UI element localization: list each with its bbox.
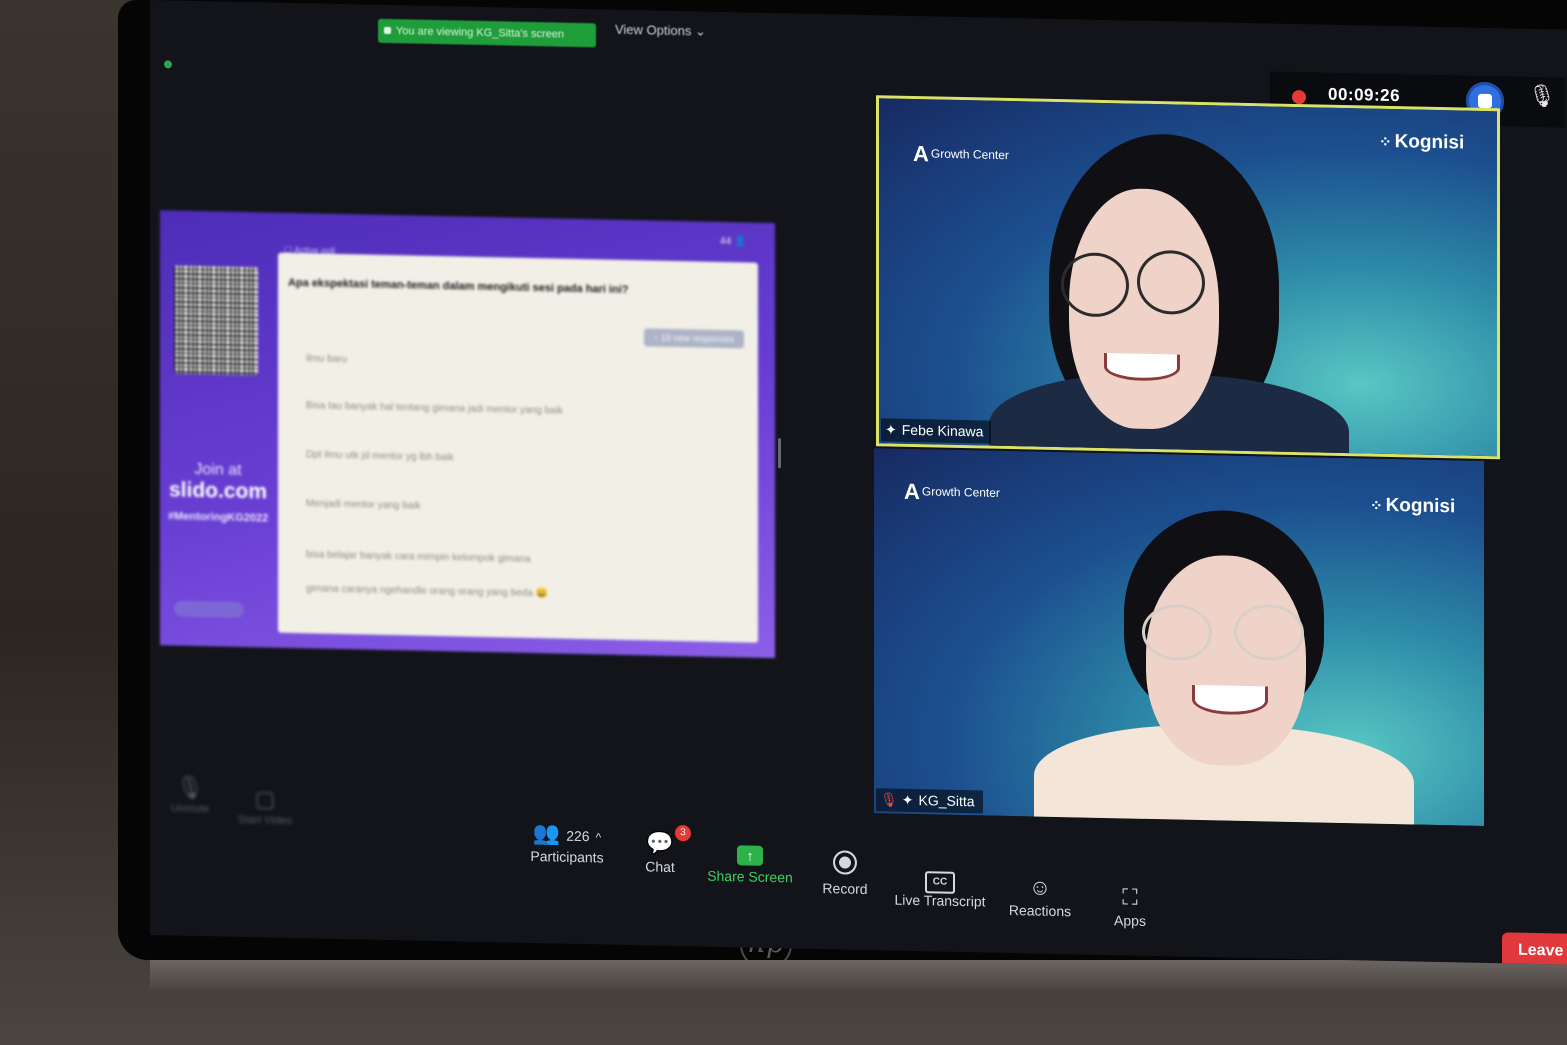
poll-response: ilmu baru — [306, 353, 348, 366]
microphone-muted-icon: 🎙 — [176, 774, 204, 801]
reactions-button[interactable]: ☺ Reactions — [1000, 872, 1080, 920]
share-screen-icon: ↑ — [705, 838, 795, 870]
chat-badge: 3 — [675, 824, 691, 842]
join-line-2: slido.com — [168, 478, 268, 504]
live-transcript-button[interactable]: CC Live Transcript — [890, 862, 990, 910]
video-tile-kg-sitta[interactable]: A Growth Center ⁘ Kognisi 🎙 ✦ KG_Sitta — [874, 448, 1484, 826]
kognisi-icon: ⁘ — [1370, 497, 1383, 515]
slide-pill — [174, 600, 244, 618]
growth-center-icon: A — [904, 478, 920, 505]
apps-button[interactable]: ⛶ Apps — [1105, 882, 1155, 929]
apps-icon: ⛶ — [1122, 884, 1138, 910]
participants-icon: 👥 226 ^ — [532, 820, 602, 846]
shared-slido-slide: Join at slido.com #MentoringKG2022 ☐ Act… — [160, 210, 775, 659]
view-options-button[interactable]: View Options ⌄ — [605, 16, 716, 46]
growth-center-logo: A Growth Center — [904, 478, 1000, 505]
laptop-hinge — [150, 960, 1567, 990]
share-screen-button[interactable]: ↑ Share Screen — [705, 838, 795, 886]
participants-count: 226 — [566, 827, 590, 845]
chevron-up-icon: ^ — [595, 830, 602, 845]
kognisi-logo: ⁘ Kognisi — [1379, 131, 1465, 154]
participant-name: KG_Sitta — [918, 792, 975, 810]
video-tile-febe[interactable]: A Growth Center ⁘ Kognisi ✦ Febe Kinawa — [876, 95, 1500, 460]
pin-icon: ✦ — [885, 421, 897, 438]
poll-card: Apa ekspektasi teman-teman dalam mengiku… — [278, 252, 758, 643]
poll-response: Bisa tau banyak hal tentang gimana jadi … — [306, 400, 563, 417]
split-view-divider[interactable] — [778, 438, 781, 469]
poll-response: Dpt ilmu utk jd mentor yg lbh baik — [306, 449, 454, 464]
participant-name-tag: 🎙 ✦ KG_Sitta — [876, 788, 983, 814]
start-video-button[interactable]: ▢ Start Video — [230, 784, 300, 827]
join-info: Join at slido.com #MentoringKG2022 — [168, 460, 269, 525]
poll-participant-count: 44 👤 — [720, 235, 747, 248]
chevron-down-icon: ⌄ — [694, 23, 706, 39]
growth-center-icon: A — [913, 140, 929, 167]
reactions-smiley-icon: ☺ — [1028, 874, 1052, 900]
participant-name: Febe Kinawa — [901, 421, 984, 440]
chat-button[interactable]: 💬 3 Chat — [635, 824, 691, 875]
qr-code — [174, 265, 258, 376]
poll-response: gimana caranya ngehandle orang orang yan… — [306, 583, 549, 600]
participants-button[interactable]: 👥 226 ^ Participants — [522, 818, 612, 866]
participant-name-tag: ✦ Febe Kinawa — [881, 418, 992, 444]
event-hashtag: #MentoringKG2022 — [168, 510, 269, 525]
share-indicator-icon — [384, 26, 391, 35]
arrow-up-icon: ↑ — [653, 332, 661, 343]
kognisi-icon: ⁘ — [1379, 133, 1392, 152]
laptop: hp You are viewing KG_Sitta's screen Vie… — [0, 0, 1567, 1045]
growth-center-logo: A Growth Center — [913, 140, 1009, 167]
unmute-button[interactable]: 🎙 Unmute — [160, 772, 220, 816]
mic-muted-icon: 🎙 — [880, 791, 898, 808]
pin-icon: ✦ — [901, 791, 914, 808]
poll-response: Menjadi mentor yang baik — [306, 498, 421, 512]
person-icon: 👤 — [731, 236, 747, 248]
screen-share-banner[interactable]: You are viewing KG_Sitta's screen — [378, 18, 596, 48]
recording-dot-icon — [1292, 89, 1306, 105]
poll-question: Apa ekspektasi teman-teman dalam mengiku… — [288, 276, 629, 297]
chat-icon: 💬 3 — [635, 824, 691, 859]
record-icon — [815, 850, 875, 881]
join-line-1: Join at — [194, 460, 242, 479]
zoom-meeting-window: You are viewing KG_Sitta's screen View O… — [150, 0, 1567, 965]
share-banner-text: You are viewing KG_Sitta's screen — [396, 25, 565, 41]
closed-caption-icon: CC — [890, 862, 990, 894]
new-responses-badge: ↑ 19 new responses — [643, 328, 744, 349]
connection-status-icon — [164, 60, 172, 69]
view-options-label: View Options — [615, 21, 692, 39]
record-button[interactable]: Record — [815, 850, 875, 897]
video-off-icon: ▢ — [254, 786, 276, 812]
recording-timer: 00:09:26 — [1328, 84, 1401, 106]
poll-response: bisa belajar banyak cara mimpin kelompok… — [306, 549, 531, 565]
microphone-icon[interactable]: 🎙 — [1528, 83, 1556, 110]
kognisi-logo: ⁘ Kognisi — [1370, 494, 1456, 518]
leave-button[interactable]: Leave — [1502, 932, 1567, 965]
